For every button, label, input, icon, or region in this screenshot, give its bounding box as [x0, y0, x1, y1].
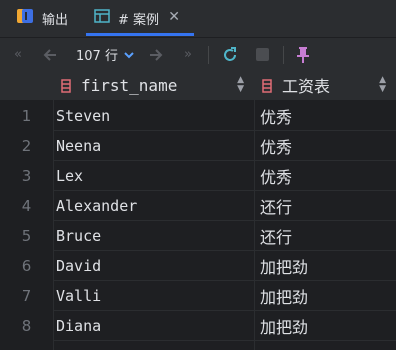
first-page-icon[interactable]: « — [8, 38, 28, 71]
close-tab-icon[interactable]: ✕ — [168, 9, 180, 25]
next-page-icon[interactable] — [144, 38, 168, 71]
refresh-icon[interactable] — [218, 38, 242, 71]
cell-first-name[interactable]: Bruce — [53, 221, 254, 251]
table-row[interactable]: 6 David 加把劲 — [0, 251, 396, 281]
row-number: 7 — [0, 281, 53, 311]
row-number: 4 — [0, 191, 53, 221]
cell-salary-grade[interactable]: 加把劲 — [255, 251, 396, 281]
pin-icon[interactable] — [293, 38, 313, 71]
grid-header: first_name ▲ ▼ 工资表 ▲ ▼ — [0, 70, 396, 101]
column-icon — [262, 78, 272, 93]
row-number: 6 — [0, 251, 53, 281]
row-number: 1 — [0, 101, 53, 131]
toolbar-separator-2 — [283, 46, 284, 64]
row-number: 3 — [0, 161, 53, 191]
column-header-label: first_name — [81, 75, 178, 95]
cell-first-name[interactable]: Diana — [53, 311, 254, 341]
cell-salary-grade[interactable]: 加把劲 — [255, 311, 396, 341]
cell-salary-grade[interactable]: 优秀 — [255, 101, 396, 131]
tab-output[interactable]: 输出 — [16, 0, 68, 36]
row-number: 5 — [0, 221, 53, 251]
cell-salary-grade[interactable]: 还行 — [255, 191, 396, 221]
column-icon — [61, 78, 71, 93]
row-number: 2 — [0, 131, 53, 161]
toolbar-separator — [208, 46, 209, 64]
row-number: 8 — [0, 311, 53, 341]
cell-first-name[interactable]: Steven — [53, 101, 254, 131]
table-row[interactable]: 2 Neena 优秀 — [0, 131, 396, 161]
last-page-icon[interactable]: » — [178, 38, 198, 71]
tab-case[interactable]: # 案例 ✕ — [86, 0, 194, 36]
cell-first-name[interactable]: Neena — [53, 131, 254, 161]
output-icon — [16, 8, 34, 28]
table-row[interactable]: 7 Valli 加把劲 — [0, 281, 396, 311]
table-row[interactable]: 1 Steven 优秀 — [0, 101, 396, 131]
stop-icon[interactable] — [252, 38, 272, 71]
cell-first-name[interactable]: Valli — [53, 281, 254, 311]
sort-icon[interactable]: ▲ ▼ — [379, 76, 386, 94]
prev-page-icon[interactable] — [38, 38, 62, 71]
column-header-first-name[interactable]: first_name ▲ ▼ — [53, 70, 254, 100]
table-row[interactable]: 8 Diana 加把劲 — [0, 311, 396, 341]
cell-salary-grade[interactable]: 加把劲 — [255, 281, 396, 311]
cell-salary-grade[interactable]: 优秀 — [255, 161, 396, 191]
result-grid: first_name ▲ ▼ 工资表 ▲ ▼ 1 Steven 优秀 2 Neena 优秀 3 L… — [0, 70, 396, 350]
tab-output-label: 输出 — [42, 12, 69, 28]
rows-count-label: 107 行 — [76, 49, 118, 64]
sort-icon[interactable]: ▲ ▼ — [237, 76, 244, 94]
rows-count-select[interactable]: 107 行 — [76, 38, 134, 71]
table-row[interactable]: 5 Bruce 还行 — [0, 221, 396, 251]
cell-first-name[interactable]: Alexander — [53, 191, 254, 221]
cell-salary-grade[interactable]: 还行 — [255, 221, 396, 251]
table-grid-icon — [94, 9, 110, 27]
result-toolbar: « 107 行 » — [0, 37, 396, 72]
column-header-label: 工资表 — [282, 77, 331, 96]
chevron-down-icon — [124, 48, 134, 62]
row-divider — [53, 340, 396, 341]
tab-case-label: # 案例 — [118, 12, 160, 28]
cell-first-name[interactable]: Lex — [53, 161, 254, 191]
tab-bar: 输出 # 案例 ✕ — [0, 0, 396, 36]
table-row[interactable]: 3 Lex 优秀 — [0, 161, 396, 191]
cell-first-name[interactable]: David — [53, 251, 254, 281]
column-header-salary[interactable]: 工资表 ▲ ▼ — [255, 70, 396, 100]
table-row[interactable]: 4 Alexander 还行 — [0, 191, 396, 221]
cell-salary-grade[interactable]: 优秀 — [255, 131, 396, 161]
